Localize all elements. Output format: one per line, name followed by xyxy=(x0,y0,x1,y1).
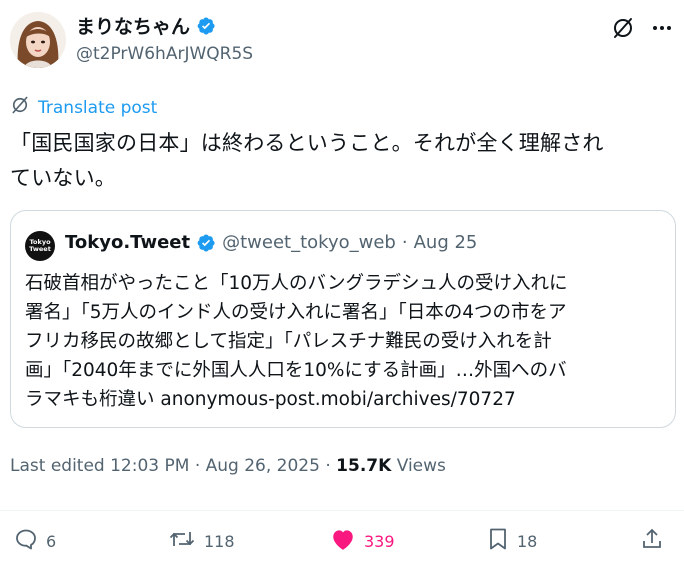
translate-post-link[interactable]: Translate post xyxy=(10,95,157,120)
bookmark-icon xyxy=(487,527,509,555)
like-button[interactable]: 339 xyxy=(330,527,395,555)
grok-icon[interactable] xyxy=(609,14,637,42)
verified-badge-icon xyxy=(196,16,216,36)
quoted-text-line: フリカ移民の故郷として指定」「パレスチナ難民の受け入れを計 xyxy=(25,331,552,352)
share-icon xyxy=(640,527,664,555)
reply-icon xyxy=(14,527,38,555)
author-display-name[interactable]: まりなちゃん xyxy=(76,12,190,39)
like-count: 339 xyxy=(364,531,395,551)
translate-icon xyxy=(10,95,30,120)
tweet-text: 「国民国家の日本」は終わるということ。それが全く理解され ていない。 xyxy=(10,126,680,196)
bookmark-count: 18 xyxy=(517,531,538,551)
quoted-author-handle[interactable]: @tweet_tokyo_web xyxy=(222,232,396,253)
tweet-text-line: 「国民国家の日本」は終わるということ。それが全く理解され xyxy=(10,131,604,155)
quoted-tweet-card[interactable]: Tokyo Tweet Tokyo.Tweet @tweet_tokyo_web… xyxy=(10,210,676,428)
share-button[interactable] xyxy=(640,527,664,555)
reply-button[interactable]: 6 xyxy=(14,527,56,555)
quoted-tweet-header: Tokyo.Tweet @tweet_tokyo_web · Aug 25 xyxy=(65,232,477,253)
reply-count: 6 xyxy=(46,531,57,551)
quoted-author-name[interactable]: Tokyo.Tweet xyxy=(65,232,190,253)
quoted-tweet-date[interactable]: Aug 25 xyxy=(414,232,478,253)
repost-count: 118 xyxy=(204,531,235,551)
more-icon[interactable] xyxy=(648,14,676,42)
tweet-meta-line: Last edited 12:03 PM · Aug 26, 2025 · 15… xyxy=(10,456,446,476)
bookmark-button[interactable]: 18 xyxy=(487,527,537,555)
repost-button[interactable]: 118 xyxy=(168,527,235,555)
quoted-text-line: 石破首相がやったこと「10万人のバングラデシュ人の受け入れに xyxy=(25,273,568,294)
edited-timestamp[interactable]: Last edited 12:03 PM · Aug 26, 2025 · xyxy=(10,456,336,476)
quoted-text-line: ラマキも桁違い anonymous-post.mobi/archives/707… xyxy=(25,389,516,410)
quoted-text-line: 画」「2040年までに外国人人口を10%にする計画」…外国へのバ xyxy=(25,360,567,381)
views-label: Views xyxy=(396,456,446,476)
quoted-text-line: 署名」「5万人のインド人の受け入れに署名」「日本の4つの市をア xyxy=(25,302,567,323)
author-handle[interactable]: @t2PrW6hArJWQR5S xyxy=(76,44,253,64)
meta-separator: · xyxy=(401,232,408,253)
repost-icon xyxy=(168,527,196,555)
heart-icon xyxy=(330,527,356,555)
quoted-author-avatar[interactable]: Tokyo Tweet xyxy=(25,231,55,261)
tweet-text-line: ていない。 xyxy=(10,166,116,190)
avatar-text: Tweet xyxy=(29,245,51,253)
author-avatar[interactable] xyxy=(10,12,66,68)
divider xyxy=(0,510,684,511)
translate-label[interactable]: Translate post xyxy=(38,98,157,118)
verified-badge-icon xyxy=(196,233,216,253)
author-display-name-row[interactable]: まりなちゃん xyxy=(76,12,216,39)
views-count: 15.7K xyxy=(336,456,392,476)
quoted-tweet-text: 石破首相がやったこと「10万人のバングラデシュ人の受け入れに 署名」「5万人のイ… xyxy=(25,269,665,414)
